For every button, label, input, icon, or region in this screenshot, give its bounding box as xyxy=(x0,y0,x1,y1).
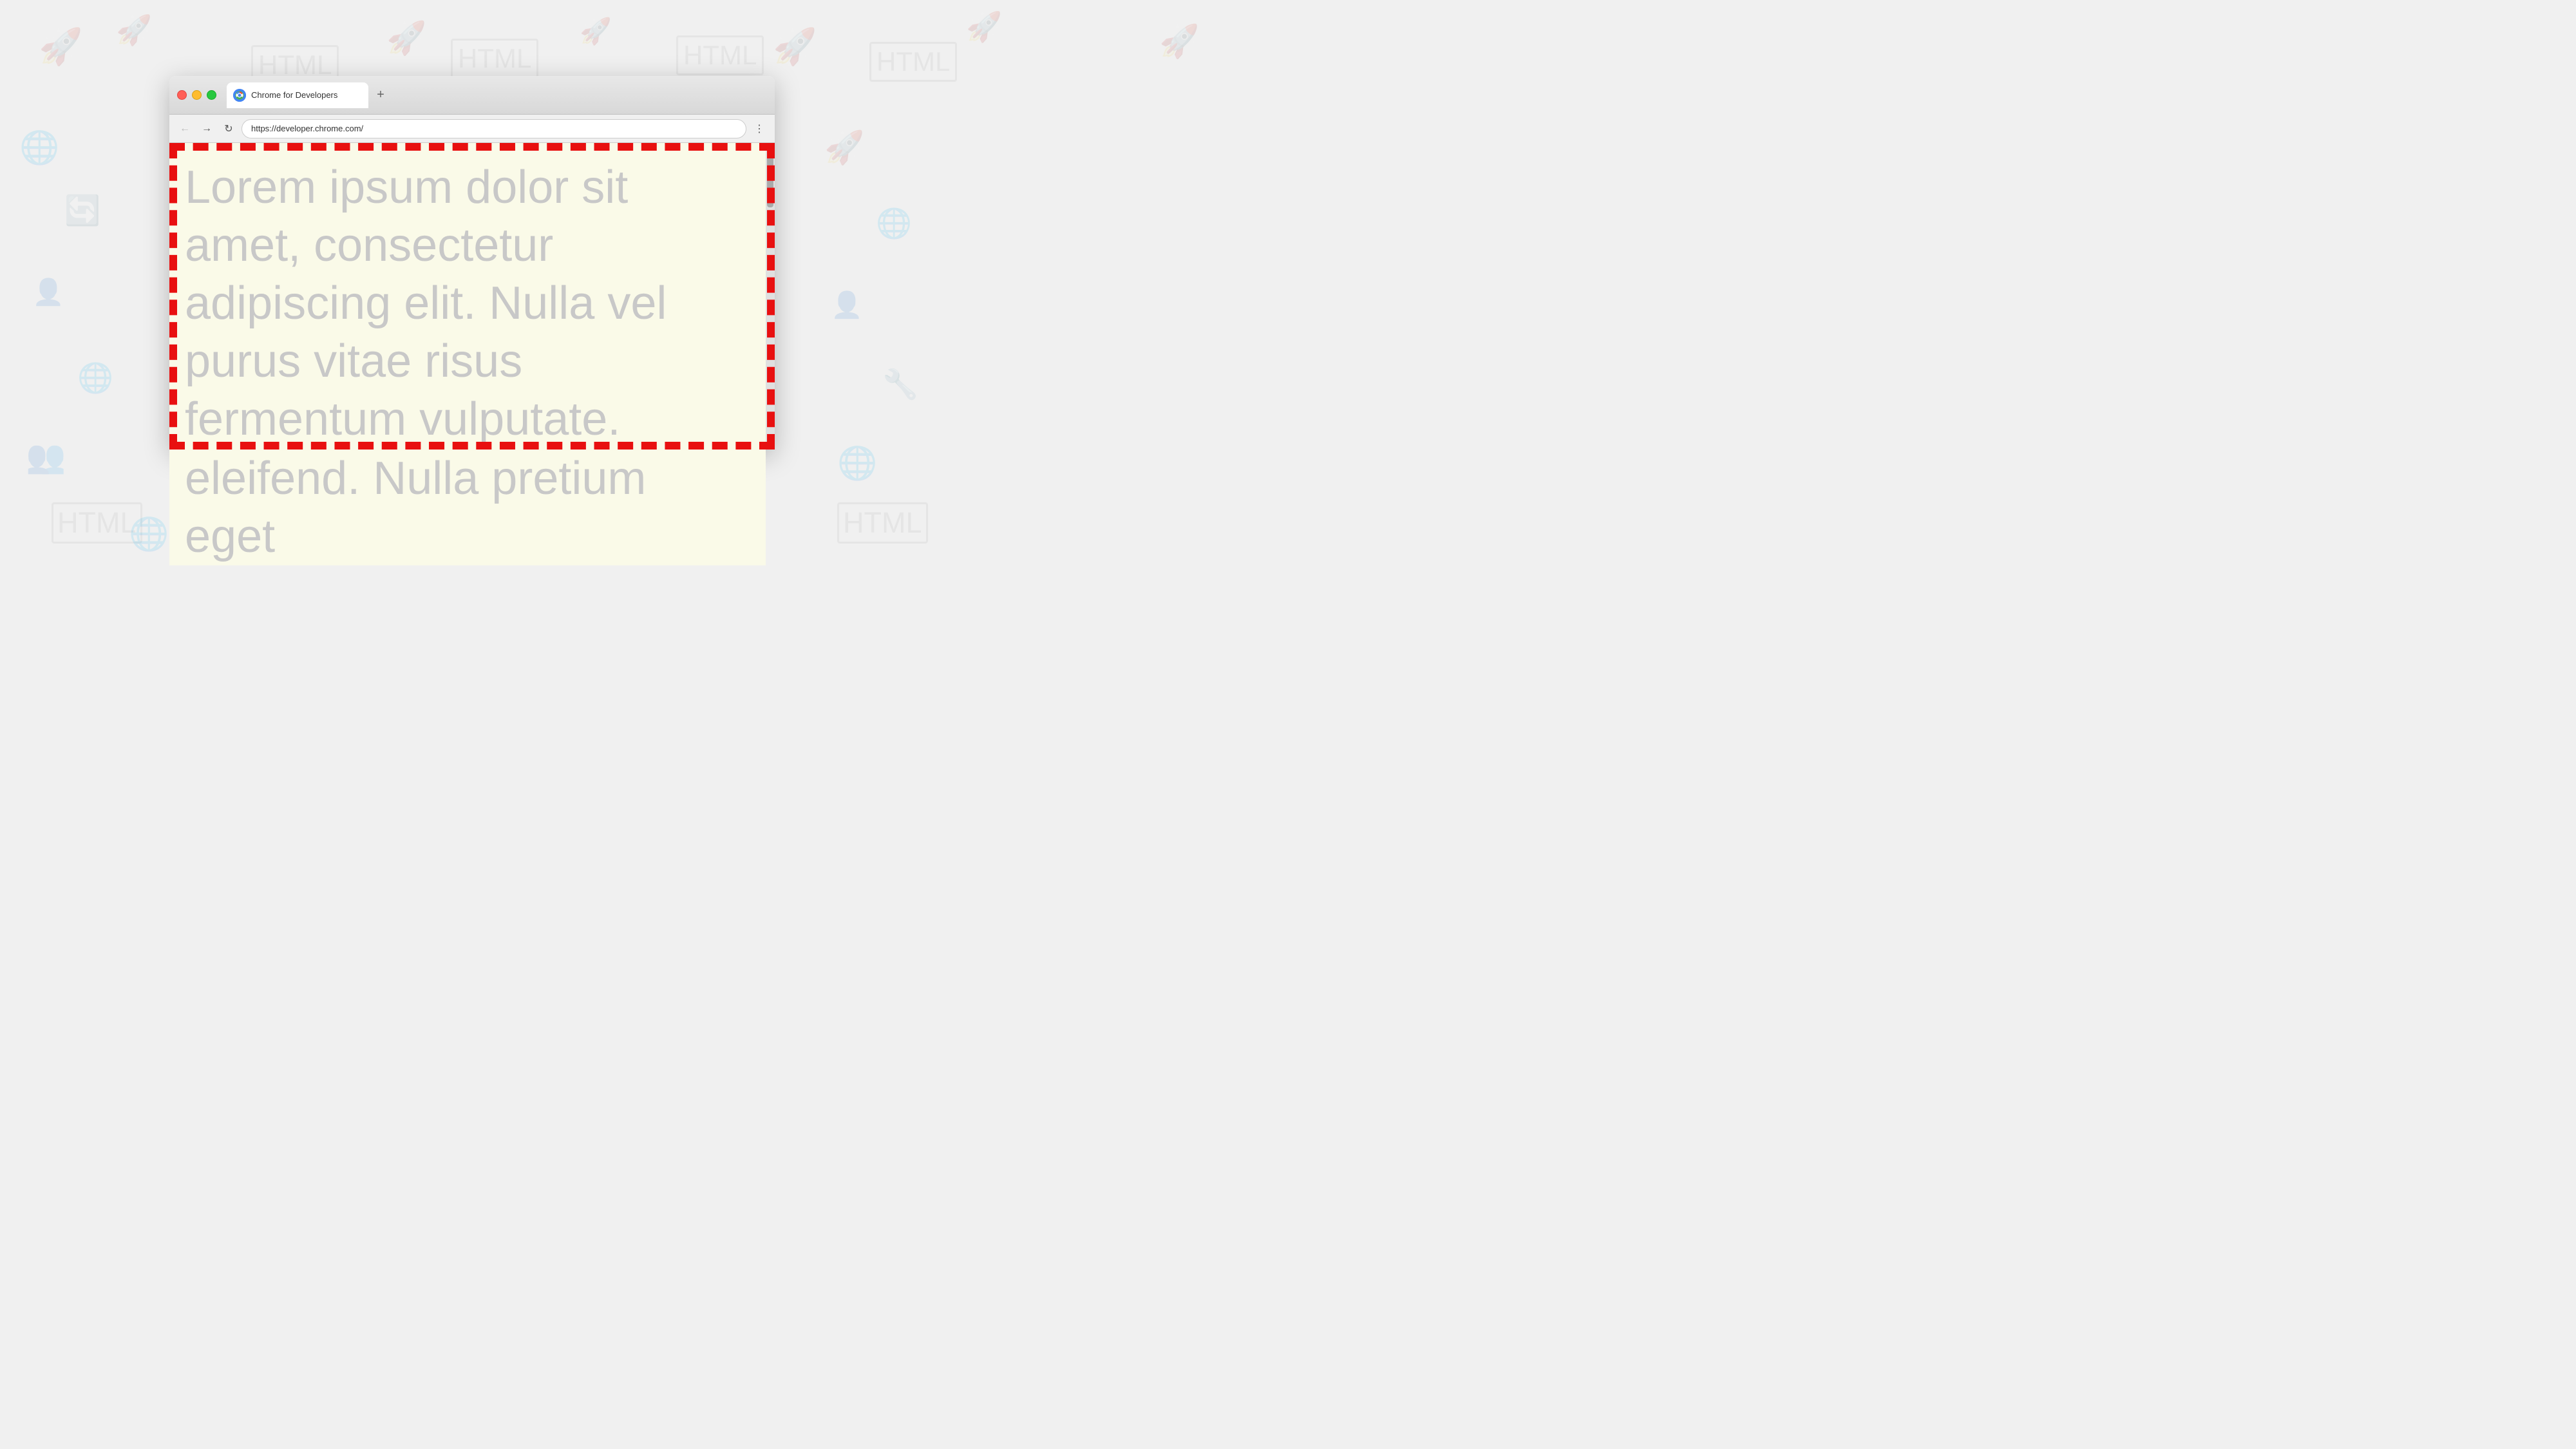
bg-icon: 🚀 xyxy=(386,19,426,57)
bg-icon: 🚀 xyxy=(966,10,1002,44)
bg-icon: 🚀 xyxy=(116,13,152,47)
browser-window: Chrome for Developers + ← → ↻ https://de… xyxy=(169,76,775,450)
address-bar[interactable]: https://developer.chrome.com/ xyxy=(242,119,746,138)
bg-icon: 👥 xyxy=(26,438,66,476)
bg-icon: 🚀 xyxy=(39,26,82,68)
maximize-button[interactable] xyxy=(207,90,216,100)
new-tab-button[interactable]: + xyxy=(371,86,390,105)
minimize-button[interactable] xyxy=(192,90,202,100)
scrollbar[interactable] xyxy=(766,143,775,450)
bg-icon: 🌐 xyxy=(77,361,113,395)
bg-icon: 🔄 xyxy=(64,193,100,227)
page-content: Lorem ipsum dolor sit amet, consectetur … xyxy=(169,143,775,450)
close-button[interactable] xyxy=(177,90,187,100)
tab-area: Chrome for Developers + xyxy=(227,82,767,108)
bg-html-badge: HTML xyxy=(837,502,928,544)
bg-icon: 👤 xyxy=(32,277,64,307)
forward-button[interactable]: → xyxy=(198,120,216,138)
scrollbar-thumb[interactable] xyxy=(767,143,773,207)
nav-bar: ← → ↻ https://developer.chrome.com/ ⋮ xyxy=(169,115,775,143)
bg-html-badge: HTML xyxy=(52,502,142,544)
bg-icon: 🚀 xyxy=(824,129,864,167)
bg-icon: 👤 xyxy=(831,290,863,320)
bg-icon: 🌐 xyxy=(129,515,169,553)
active-tab[interactable]: Chrome for Developers xyxy=(227,82,368,108)
bg-icon: 🔧 xyxy=(882,367,918,401)
bg-icon: 🌐 xyxy=(837,444,877,482)
refresh-button[interactable]: ↻ xyxy=(220,120,238,138)
bg-html-badge: HTML xyxy=(451,39,538,79)
below-browser-text: eleifend. Nulla pretium eget xyxy=(169,450,766,565)
bg-icon: 🚀 xyxy=(1159,23,1199,61)
lorem-ipsum-text: Lorem ipsum dolor sit amet, consectetur … xyxy=(169,143,775,450)
bg-icon: 🚀 xyxy=(773,26,817,68)
bg-icon: 🚀 xyxy=(580,16,612,46)
chrome-logo-icon xyxy=(233,89,246,102)
bg-html-badge: HTML xyxy=(676,35,764,75)
back-button[interactable]: ← xyxy=(176,120,194,138)
title-bar: Chrome for Developers + xyxy=(169,76,775,115)
tab-title: Chrome for Developers xyxy=(251,90,337,100)
menu-button[interactable]: ⋮ xyxy=(750,120,768,138)
bg-html-badge: HTML xyxy=(869,42,957,82)
traffic-lights xyxy=(177,90,216,100)
bg-icon: 🌐 xyxy=(876,206,912,240)
bg-icon: 🌐 xyxy=(19,129,59,167)
